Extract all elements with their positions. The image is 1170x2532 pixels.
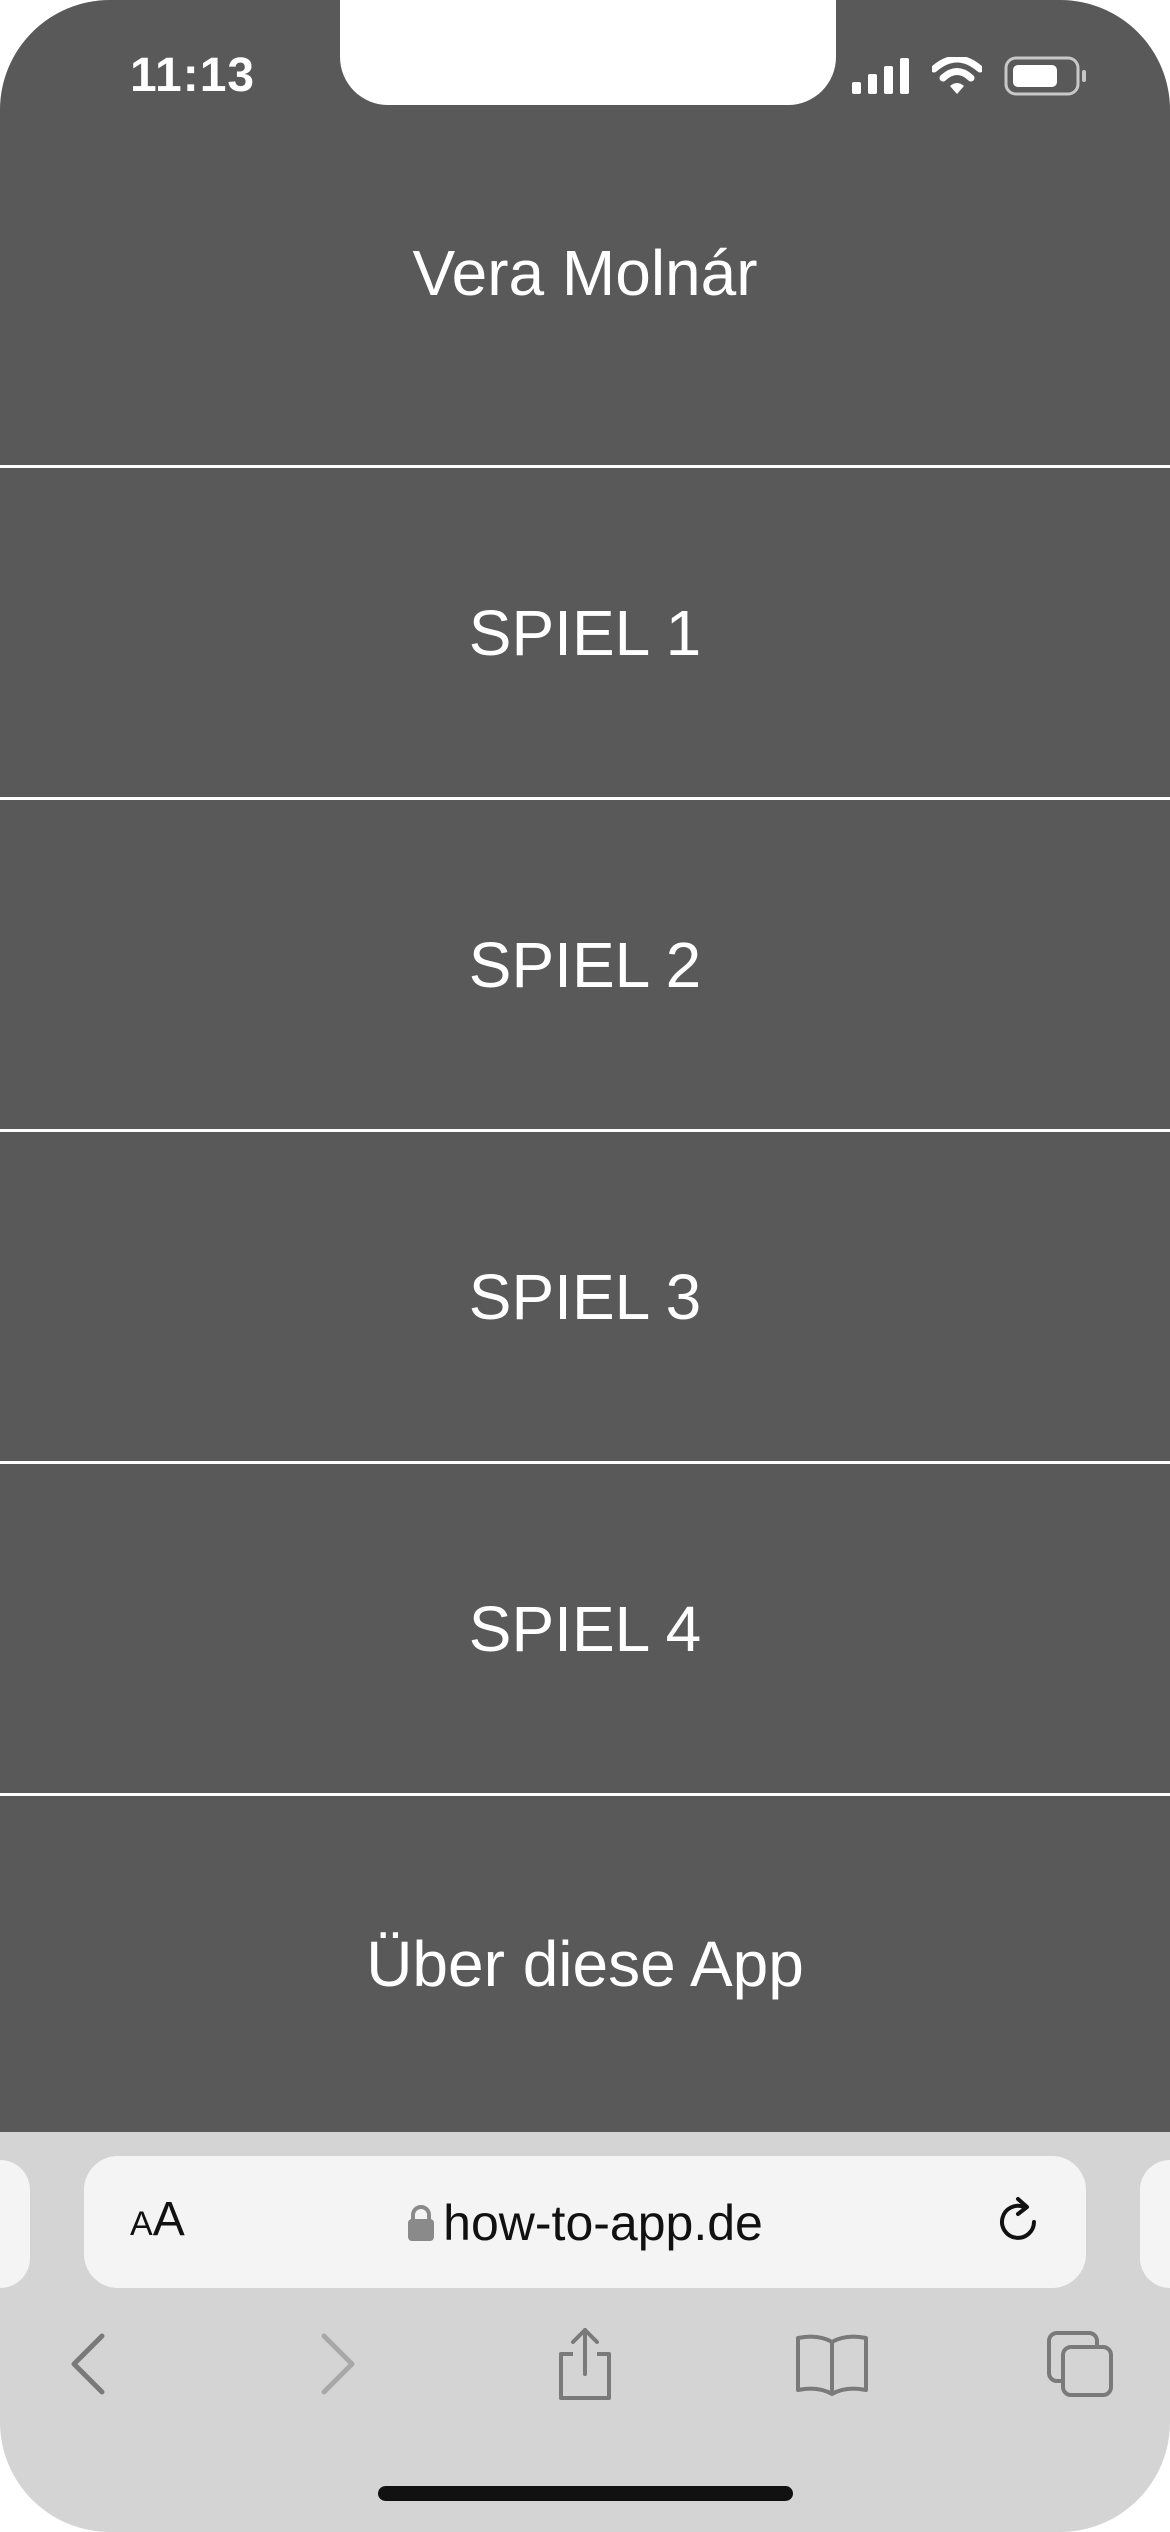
menu-item-spiel-1[interactable]: SPIEL 1	[0, 468, 1170, 800]
chevron-left-icon	[71, 2333, 105, 2395]
status-bar: 11:13	[0, 0, 1170, 140]
menu-item-label: SPIEL 3	[468, 1260, 702, 1333]
url-display[interactable]: how-to-app.de	[84, 2194, 1086, 2252]
url-text: how-to-app.de	[443, 2195, 763, 2251]
menu-item-spiel-4[interactable]: SPIEL 4	[0, 1464, 1170, 1796]
notch	[340, 0, 836, 105]
menu-item-label: Vera Molnár	[412, 236, 758, 309]
menu-item-about-app[interactable]: Über diese App	[0, 1796, 1170, 2132]
phone-screen: 11:13 Vera Molnár SPIEL 1 SPIEL 2 SPIEL …	[0, 0, 1170, 2532]
chevron-right-icon	[321, 2333, 355, 2395]
address-bar[interactable]: A A how-to-app.de	[84, 2156, 1086, 2288]
menu-item-label: SPIEL 4	[468, 1592, 702, 1665]
share-button[interactable]	[545, 2324, 625, 2404]
book-icon	[796, 2334, 868, 2396]
browser-toolbar	[0, 2294, 1170, 2432]
back-button[interactable]	[48, 2324, 128, 2404]
menu-item-spiel-2[interactable]: SPIEL 2	[0, 800, 1170, 1132]
battery-icon	[1004, 56, 1086, 96]
address-bar-area: A A how-to-app.de	[0, 2134, 1170, 2294]
share-icon	[559, 2328, 611, 2400]
bookmarks-button[interactable]	[792, 2324, 872, 2404]
next-tab-card[interactable]	[1140, 2160, 1170, 2288]
tabs-button[interactable]	[1040, 2324, 1120, 2404]
reload-icon[interactable]	[990, 2194, 1046, 2250]
previous-tab-card[interactable]	[0, 2160, 30, 2288]
forward-button[interactable]	[298, 2324, 378, 2404]
menu-item-vera-molnar[interactable]: Vera Molnár	[0, 140, 1170, 468]
status-time: 11:13	[130, 49, 256, 102]
menu-item-label: Über diese App	[366, 1928, 804, 2000]
menu-item-label: SPIEL 2	[468, 928, 702, 1001]
lock-icon	[408, 2205, 435, 2241]
status-icons	[852, 56, 1088, 96]
menu-item-spiel-3[interactable]: SPIEL 3	[0, 1132, 1170, 1464]
menu-item-label: SPIEL 1	[468, 596, 702, 669]
tabs-icon	[1047, 2331, 1113, 2397]
main-menu: Vera Molnár SPIEL 1 SPIEL 2 SPIEL 3 SPIE…	[0, 140, 1170, 2132]
cellular-signal-icon	[852, 58, 909, 94]
wifi-icon	[932, 57, 982, 94]
home-indicator[interactable]	[378, 2486, 793, 2501]
